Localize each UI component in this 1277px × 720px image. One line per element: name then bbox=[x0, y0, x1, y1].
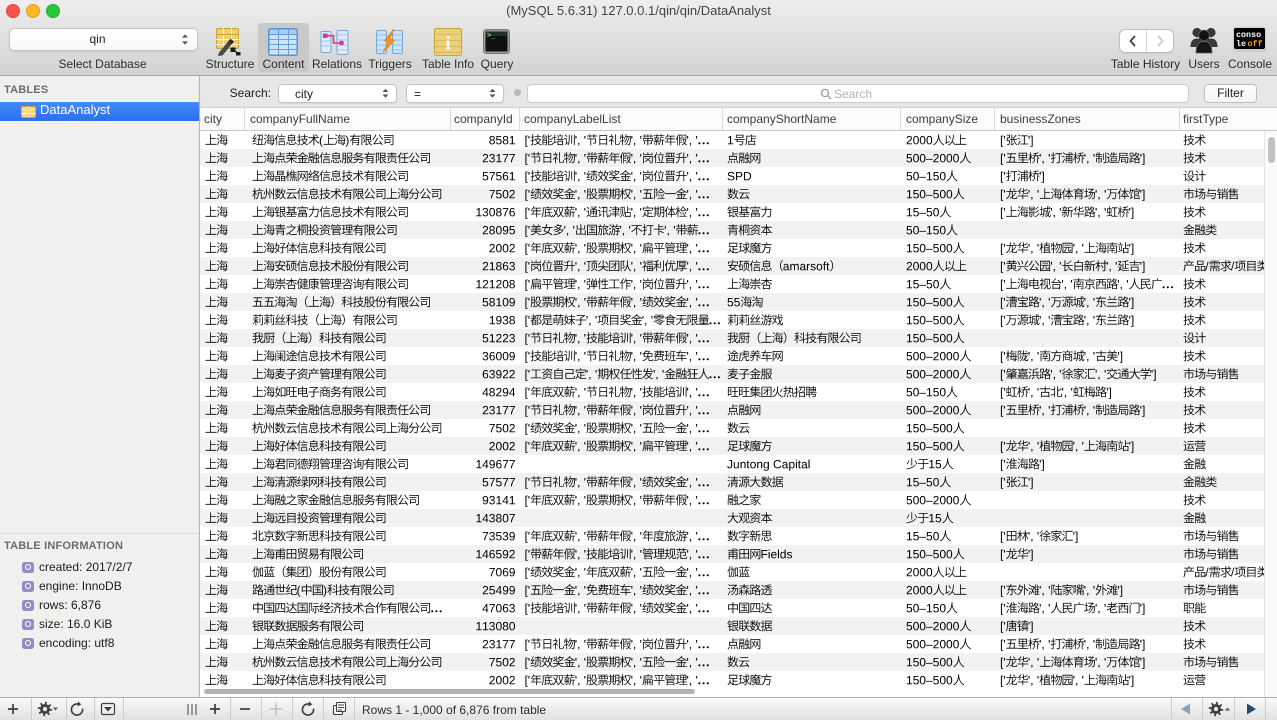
svg-text:>_: >_ bbox=[487, 33, 496, 41]
svg-text:off: off bbox=[1248, 39, 1263, 49]
svg-text:i: i bbox=[445, 34, 450, 55]
svg-text:le: le bbox=[1236, 39, 1246, 49]
